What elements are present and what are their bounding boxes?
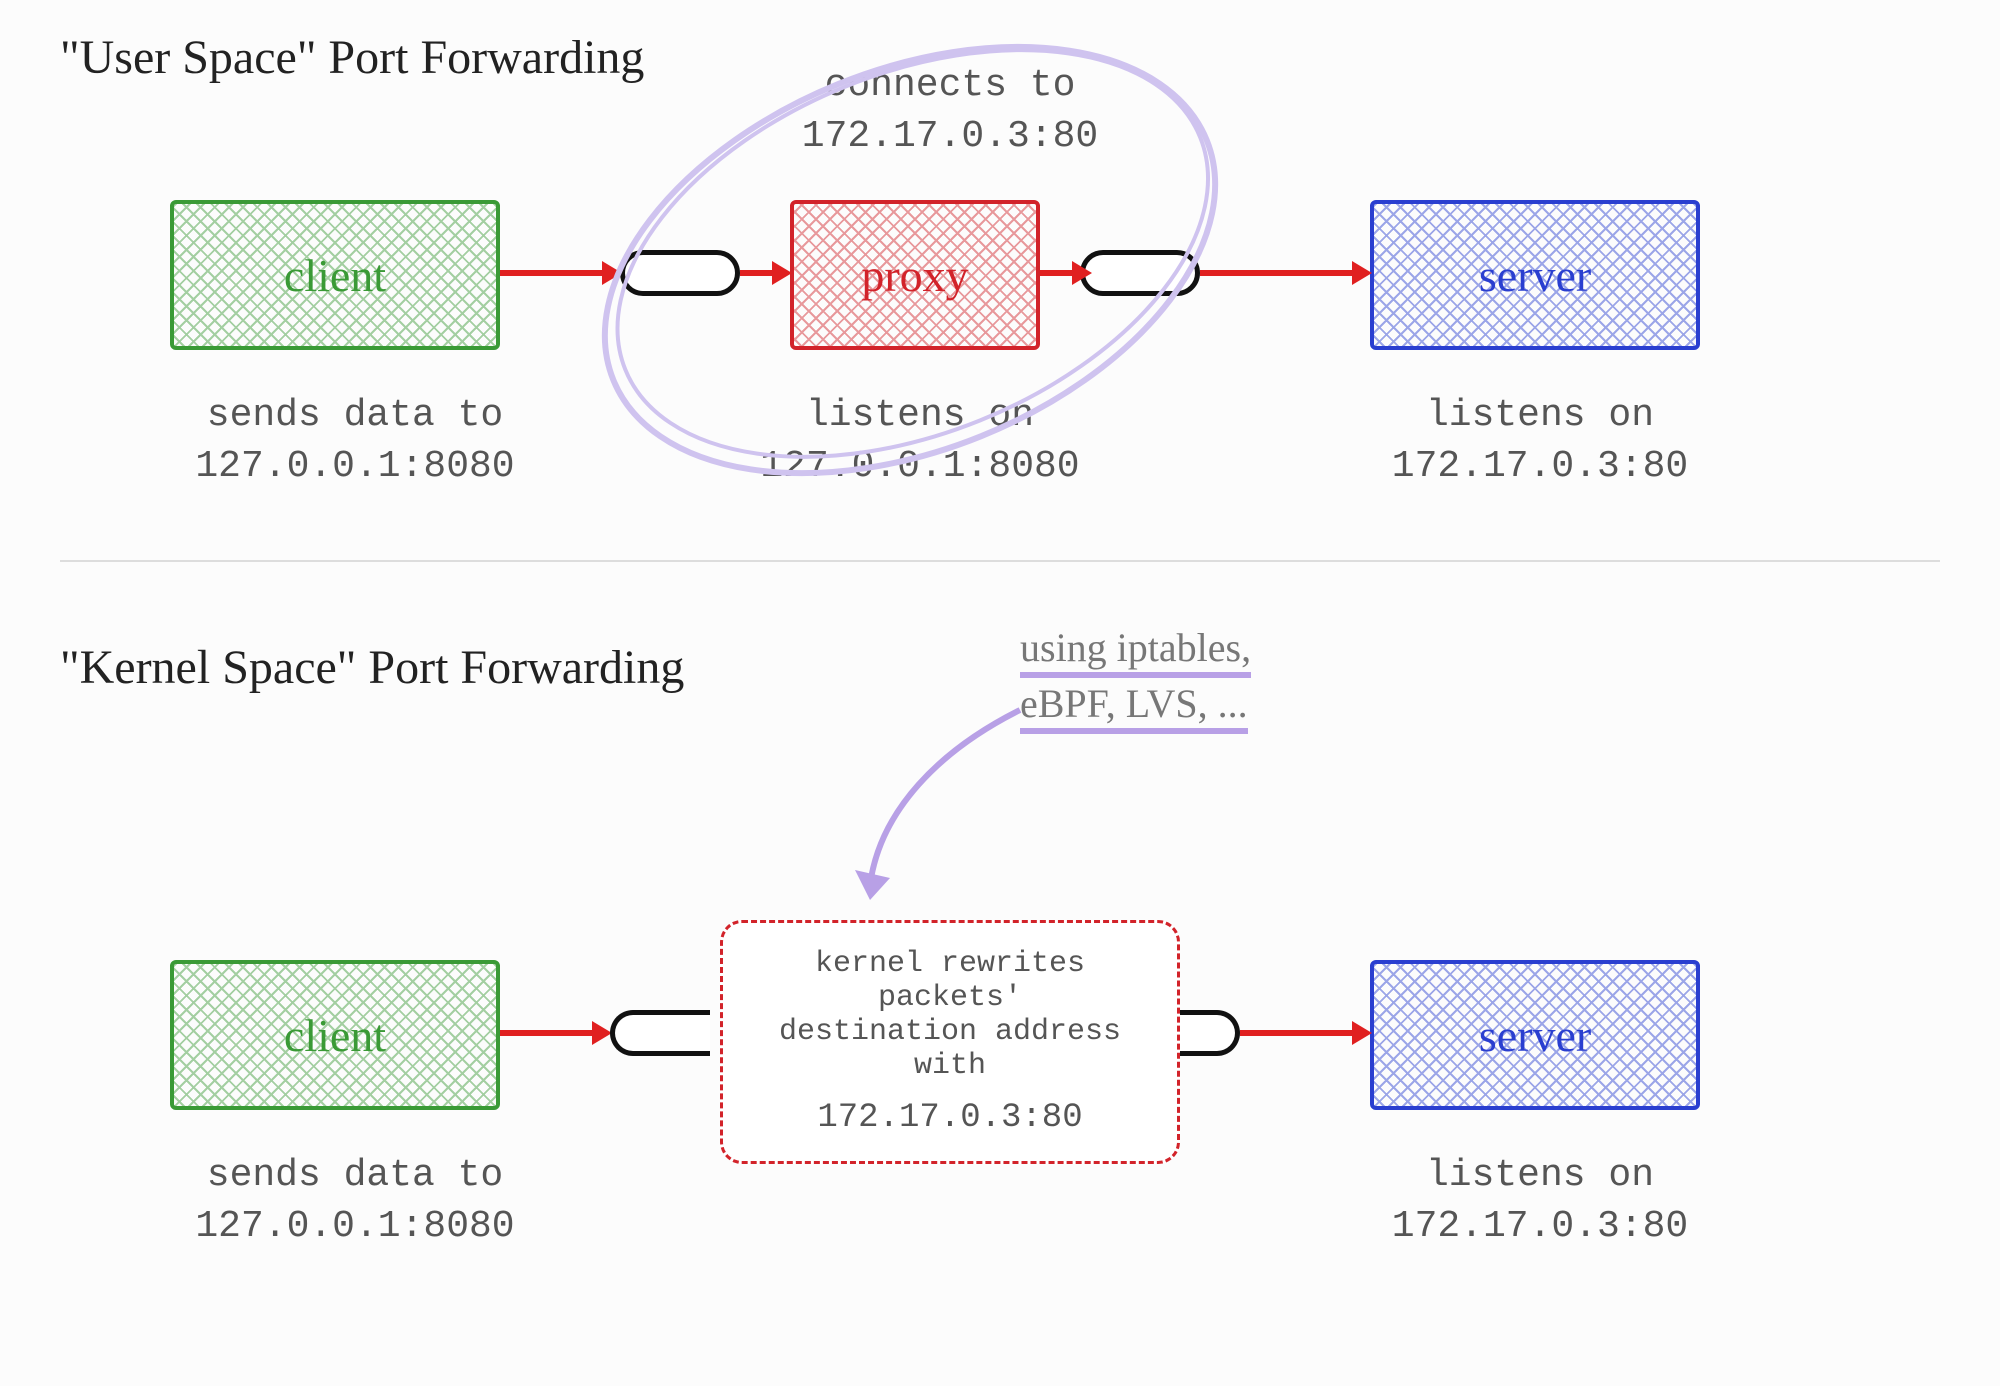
arrow-proxy-to-pipe2: [1040, 270, 1080, 276]
arrow-kernel-to-server: [1240, 1030, 1360, 1036]
pipe-3-right: [1180, 1010, 1240, 1056]
userspace-proxy-top1: connects to: [825, 64, 1076, 107]
pipe-3-left: [610, 1010, 710, 1056]
kernel-rewrite-l3: 172.17.0.3:80: [751, 1099, 1149, 1137]
userspace-proxy-bot-caption: listens on 127.0.0.1:8080: [680, 390, 1160, 493]
userspace-client-cap2: 127.0.0.1:8080: [195, 445, 514, 488]
userspace-title: "User Space" Port Forwarding: [60, 30, 644, 85]
userspace-server-cap1: listens on: [1426, 394, 1654, 437]
kernel-client-caption: sends data to 127.0.0.1:8080: [170, 1150, 540, 1253]
section-divider: [60, 560, 1940, 562]
kernel-methods-2: eBPF, LVS, ...: [1020, 681, 1248, 734]
kernel-rewrite-box: kernel rewrites packets' destination add…: [720, 920, 1180, 1164]
kernelspace-title: "Kernel Space" Port Forwarding: [60, 640, 684, 695]
kernel-client-cap2: 127.0.0.1:8080: [195, 1205, 514, 1248]
userspace-server-label: server: [1471, 247, 1599, 304]
userspace-client-label: client: [276, 247, 394, 304]
kernel-server-cap1: listens on: [1426, 1154, 1654, 1197]
userspace-server-caption: listens on 172.17.0.3:80: [1340, 390, 1740, 493]
kernel-server-box: server: [1370, 960, 1700, 1110]
kernel-methods-note: using iptables, eBPF, LVS, ...: [1020, 620, 1251, 732]
kernel-client-label: client: [276, 1007, 394, 1064]
kernel-rewrite-l1: kernel rewrites packets': [751, 947, 1149, 1015]
userspace-client-cap1: sends data to: [207, 394, 503, 437]
kernel-rewrite-l2: destination address with: [751, 1015, 1149, 1083]
kernel-client-box: client: [170, 960, 500, 1110]
pipe-1: [620, 250, 740, 296]
kernel-server-caption: listens on 172.17.0.3:80: [1340, 1150, 1740, 1253]
kernel-client-cap1: sends data to: [207, 1154, 503, 1197]
userspace-proxy-label: proxy: [853, 247, 976, 304]
userspace-proxy-bot1: listens on: [806, 394, 1034, 437]
userspace-client-box: client: [170, 200, 500, 350]
arrow-pipe2-to-server: [1200, 270, 1360, 276]
arrow-client-to-pipe1: [500, 270, 610, 276]
kernel-server-label: server: [1471, 1007, 1599, 1064]
kernel-server-cap2: 172.17.0.3:80: [1392, 1205, 1688, 1248]
userspace-proxy-top2: 172.17.0.3:80: [802, 115, 1098, 158]
userspace-client-caption: sends data to 127.0.0.1:8080: [170, 390, 540, 493]
userspace-proxy-bot2: 127.0.0.1:8080: [760, 445, 1079, 488]
userspace-proxy-top-caption: connects to 172.17.0.3:80: [770, 60, 1130, 163]
userspace-server-cap2: 172.17.0.3:80: [1392, 445, 1688, 488]
arrow-pipe1-to-proxy: [740, 270, 780, 276]
arrow-client-to-pipe3: [500, 1030, 600, 1036]
userspace-server-box: server: [1370, 200, 1700, 350]
pipe-2: [1080, 250, 1200, 296]
kernel-methods-1: using iptables,: [1020, 625, 1251, 678]
userspace-proxy-box: proxy: [790, 200, 1040, 350]
